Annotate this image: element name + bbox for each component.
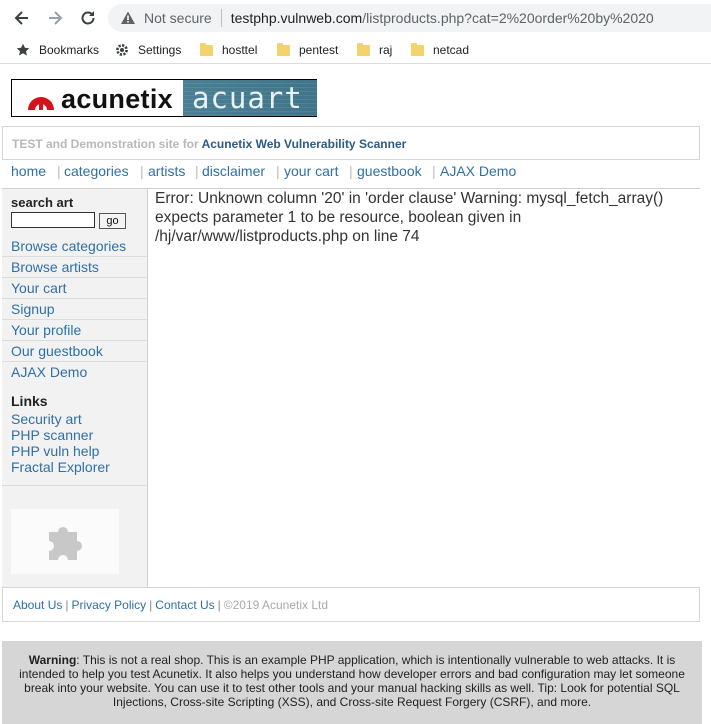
footer-contact-us[interactable]: Contact Us	[155, 598, 214, 612]
plugin-placeholder	[11, 509, 119, 574]
folder-icon	[410, 42, 424, 57]
search-input[interactable]	[11, 212, 95, 228]
bookmark-item-settings[interactable]: Settings	[115, 41, 181, 59]
nav-your-cart[interactable]: your cart	[284, 163, 338, 179]
acunetix-mark-icon	[28, 97, 54, 110]
site-logo[interactable]: acunetix acuart	[11, 79, 317, 117]
footer-about-us[interactable]: About Us	[13, 598, 62, 612]
acunetix-logo: acunetix	[12, 80, 183, 116]
bookmark-item-bookmarks[interactable]: Bookmarks	[16, 41, 99, 59]
search-go-button[interactable]: go	[99, 213, 126, 229]
product-name: acuart	[192, 81, 303, 115]
nav-ajax-demo[interactable]: AJAX Demo	[440, 163, 516, 179]
brand-name: acunetix	[61, 84, 173, 114]
nav-artists[interactable]: artists	[148, 163, 185, 179]
bookmark-folder-hosttel[interactable]: hosttel	[199, 41, 257, 59]
link-php-vuln-help[interactable]: PHP vuln help	[11, 443, 110, 459]
search-title: search art	[11, 195, 74, 210]
gear-icon	[115, 43, 129, 57]
sidebar: search art go Browse categories Browse a…	[2, 189, 148, 587]
forward-icon[interactable]	[45, 8, 65, 28]
back-icon[interactable]	[12, 8, 32, 28]
scanner-link[interactable]: Acunetix Web Vulnerability Scanner	[202, 137, 407, 151]
bookmark-folder-pentest[interactable]: pentest	[276, 41, 338, 59]
sidebar-item-your-profile[interactable]: Your profile	[2, 320, 147, 341]
warning-text: : This is not a real shop. This is an ex…	[19, 653, 685, 709]
folder-icon	[199, 42, 213, 57]
copyright: ©2019 Acunetix Ltd	[223, 598, 329, 612]
browser-toolbar: Not secure testphp.vulnweb.com/listprodu…	[0, 0, 711, 36]
folder-icon	[276, 42, 290, 57]
url-text[interactable]: testphp.vulnweb.com/listproducts.php?cat…	[231, 10, 654, 26]
nav-disclaimer[interactable]: disclaimer	[202, 163, 265, 179]
sidebar-menu: Browse categories Browse artists Your ca…	[2, 236, 147, 383]
footer-privacy-policy[interactable]: Privacy Policy	[71, 598, 146, 612]
reload-icon[interactable]	[78, 8, 98, 28]
bookmark-folder-netcad[interactable]: netcad	[410, 41, 469, 59]
sidebar-item-browse-categories[interactable]: Browse categories	[2, 236, 147, 257]
sidebar-item-browse-artists[interactable]: Browse artists	[2, 257, 147, 278]
nav-home[interactable]: home	[11, 163, 46, 179]
sidebar-item-your-cart[interactable]: Your cart	[2, 278, 147, 299]
nav-categories[interactable]: categories	[64, 163, 129, 179]
acuart-logo: acuart	[183, 80, 317, 116]
nav-guestbook[interactable]: guestbook	[357, 163, 422, 179]
sidebar-item-our-guestbook[interactable]: Our guestbook	[2, 341, 147, 362]
security-label[interactable]: Not secure	[144, 10, 212, 26]
puzzle-piece-icon	[49, 526, 82, 560]
link-php-scanner[interactable]: PHP scanner	[11, 427, 110, 443]
warning-label: Warning	[28, 653, 77, 667]
folder-icon	[356, 42, 370, 57]
error-message: Error: Unknown column '20' in 'order cla…	[155, 190, 664, 245]
link-fractal-explorer[interactable]: Fractal Explorer	[11, 459, 110, 475]
warning-banner: Warning: This is not a real shop. This i…	[2, 641, 702, 724]
bookmark-folder-raj[interactable]: raj	[356, 41, 392, 59]
site-tagline: TEST and Demonstration site for Acunetix…	[2, 126, 700, 160]
sidebar-item-ajax-demo[interactable]: AJAX Demo	[2, 362, 147, 383]
star-icon	[16, 43, 30, 57]
links-heading: Links	[11, 393, 48, 409]
footer: About Us | Privacy Policy | Contact Us | ©2019…	[2, 587, 700, 622]
top-navigation: home | categories | artists | disclaimer…	[11, 163, 517, 179]
sidebar-item-signup[interactable]: Signup	[2, 299, 147, 320]
address-bar[interactable]: Not secure testphp.vulnweb.com/listprodu…	[108, 4, 711, 32]
link-security-art[interactable]: Security art	[11, 411, 110, 427]
warning-icon[interactable]	[120, 10, 136, 26]
omnibox-divider	[220, 9, 222, 27]
external-links: Security art PHP scanner PHP vuln help F…	[11, 411, 110, 475]
bookmarks-bar: Bookmarks Settings hosttel pentest raj n…	[0, 36, 711, 64]
sidebar-divider	[2, 485, 147, 486]
